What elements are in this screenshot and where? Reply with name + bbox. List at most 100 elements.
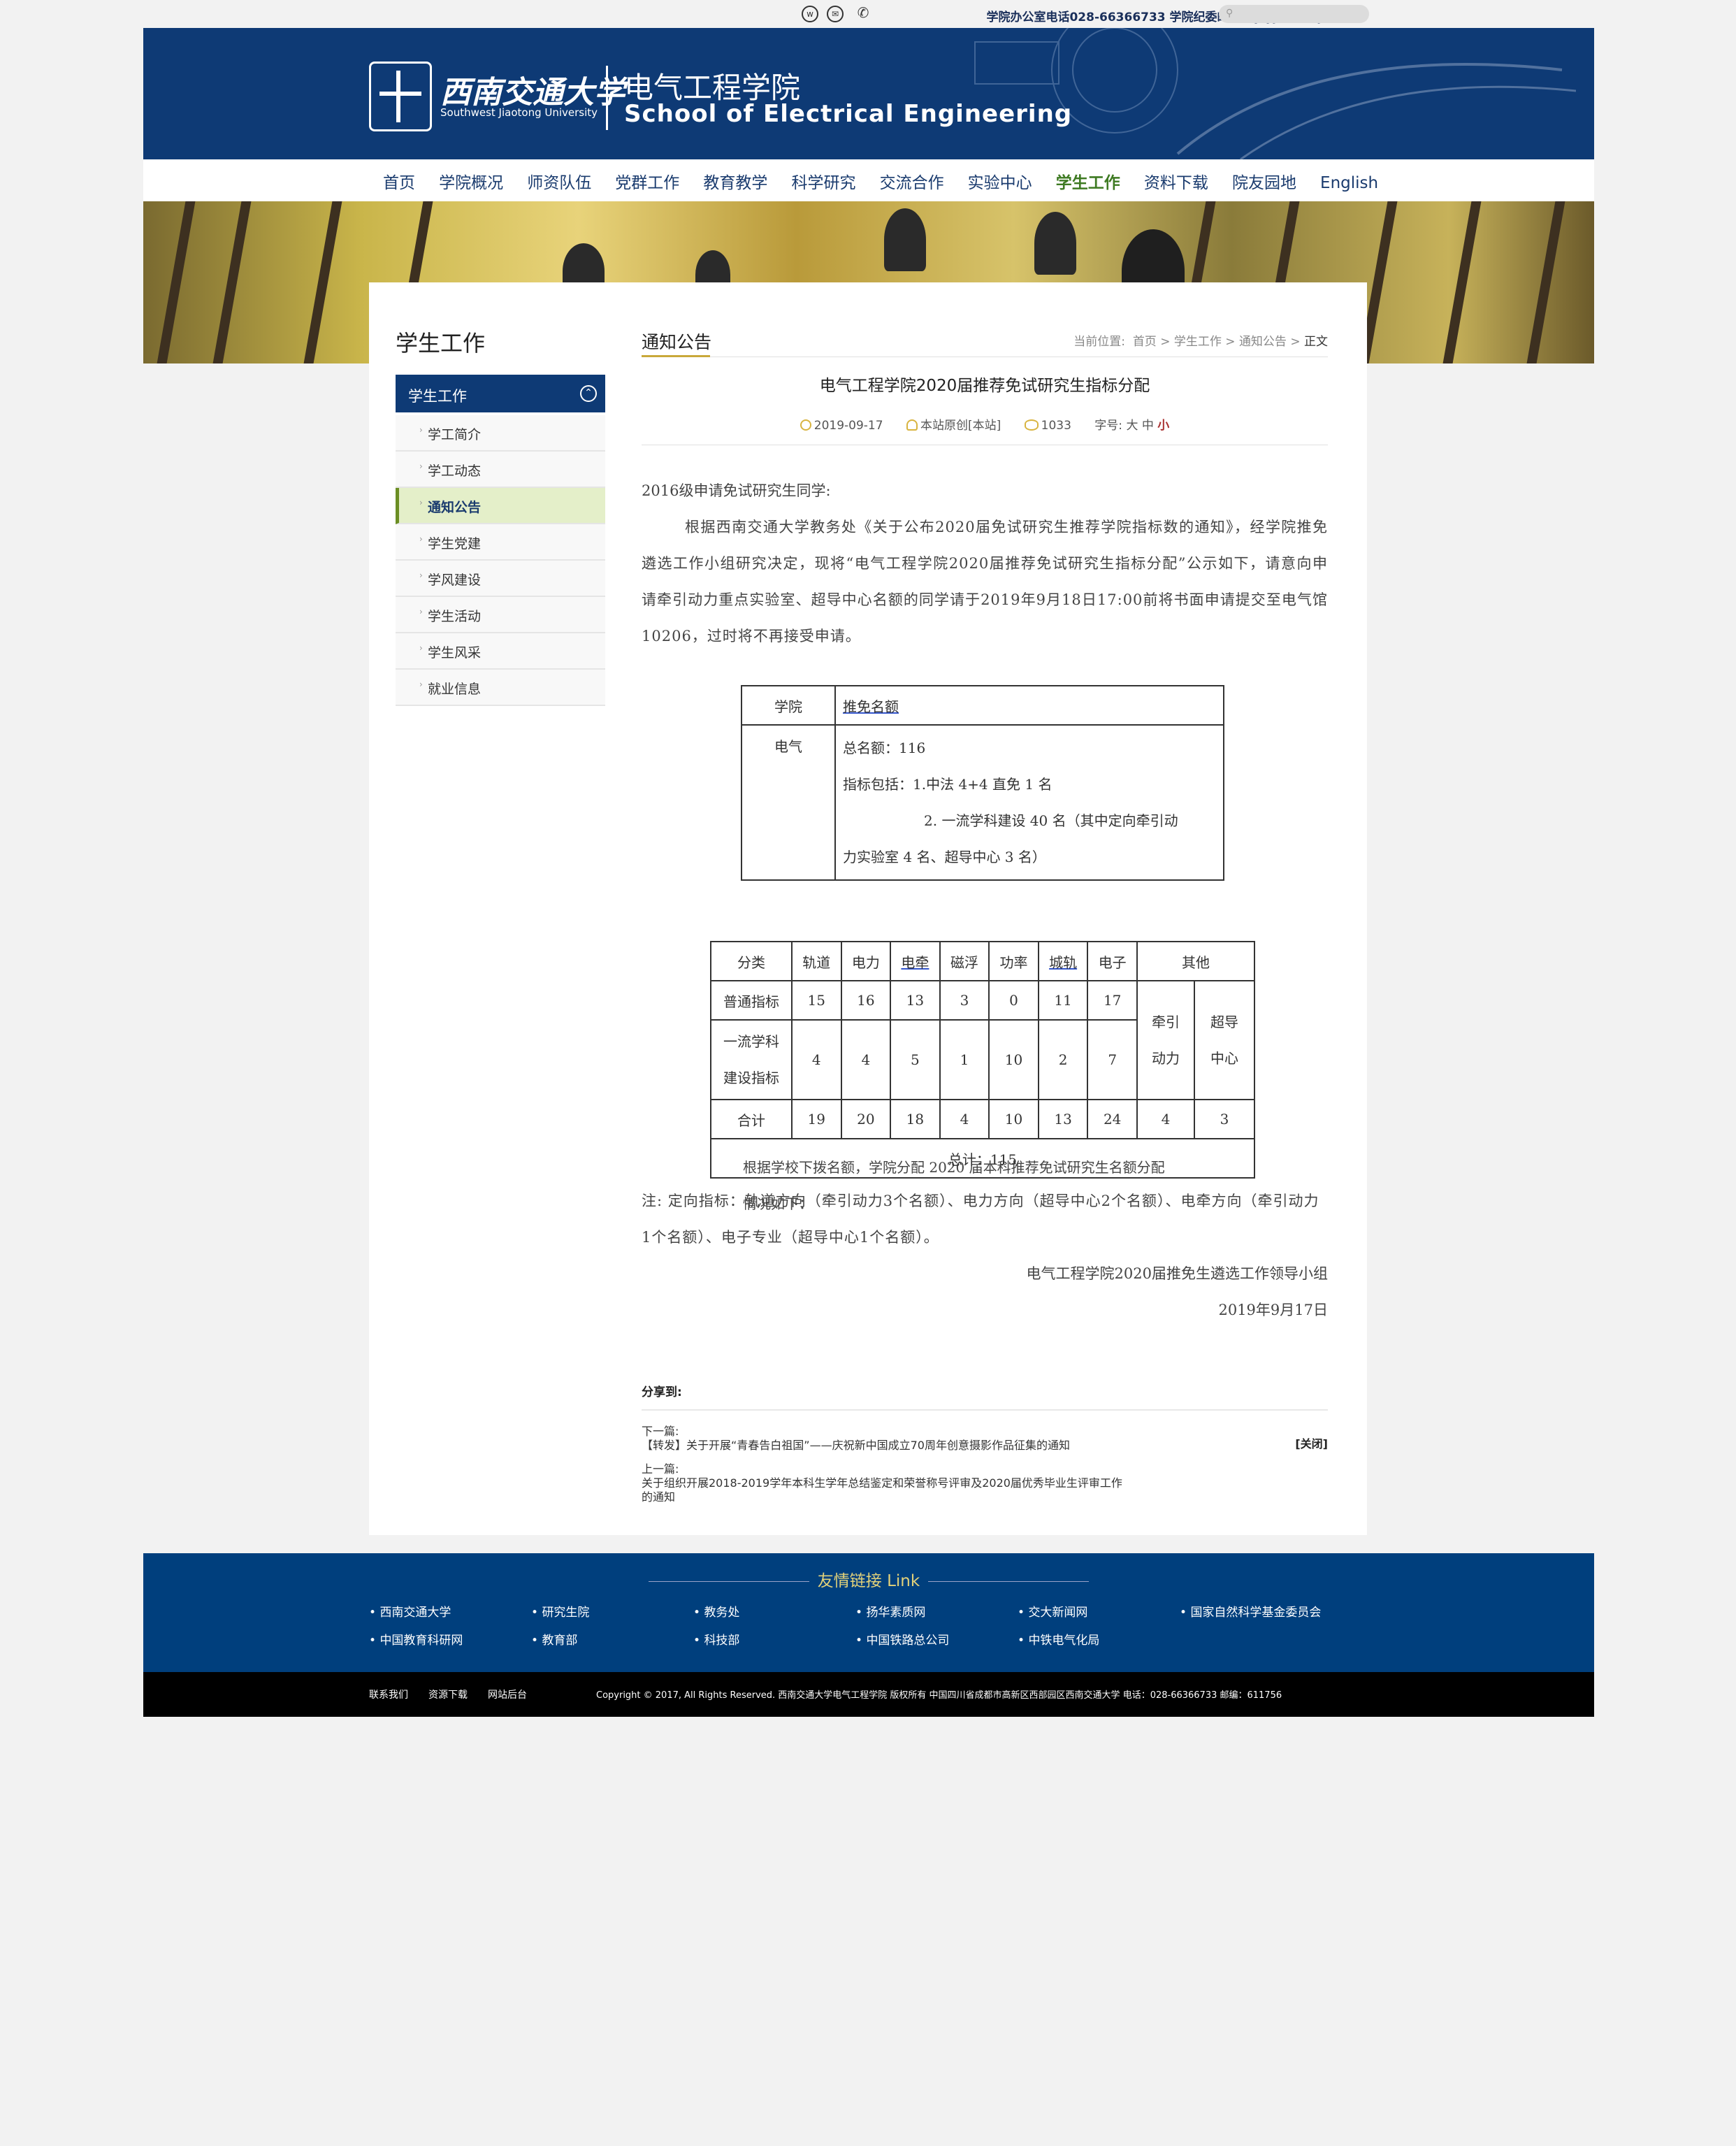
footer-link[interactable]: • 国家自然科学基金委员会 [1180,1602,1321,1620]
share-label: 分享到: [642,1385,682,1399]
main-nav: 首页 学院概况 师资队伍 党群工作 教育教学 科学研究 交流合作 实验中心 学生… [143,159,1594,201]
table-total: 总计：115 [710,1138,1255,1179]
nav-item-students[interactable]: 学生工作 [1056,169,1120,193]
sidebar-item-news[interactable]: › 学工动态 [396,452,605,488]
font-size-small[interactable]: 小 [1157,419,1169,433]
nav-item-about[interactable]: 学院概况 [439,169,503,193]
sidebar-item-jobs[interactable]: › 就业信息 [396,670,605,706]
bullet-icon: › [419,461,423,471]
table-cell: 超导 中心 [1194,980,1255,1100]
footer-link[interactable]: • 教育部 [531,1630,577,1648]
table-cell: 19 [791,1099,842,1139]
bullet-icon: › [419,534,423,544]
breadcrumb: 当前位置: 首页 > 学生工作 > 通知公告 > 正文 [1073,335,1328,349]
table-cell: 普通指标 [710,980,793,1021]
nav-item-english[interactable]: English [1320,174,1378,192]
sidebar-item-activities[interactable]: › 学生活动 [396,597,605,633]
quota-table: 学院 推免名额 电气 总名额：116 指标包括：1.中法 4+4 直免 1 名 2… [741,685,1224,881]
table-cell: 一流学科 建设指标 [710,1019,793,1100]
nav-item-downloads[interactable]: 资料下载 [1144,169,1208,193]
table-header: 其他 [1136,941,1255,981]
footer-link[interactable]: • 西南交通大学 [369,1602,451,1620]
footer-link[interactable]: • 教务处 [693,1602,739,1620]
nav-item-home[interactable]: 首页 [383,169,415,193]
footer-link[interactable]: • 中国铁路总公司 [855,1630,949,1648]
top-bar: w ✉ ✆ 学院办公室电话028-66366733 学院纪委邮箱dqxyjw@s… [143,0,1594,28]
prev-article-link[interactable]: 关于组织开展2018-2019学年本科生学年总结鉴定和荣誉称号评审及2020届优… [642,1476,1122,1504]
nav-item-party[interactable]: 党群工作 [615,169,679,193]
table-header: 磁浮 [939,941,990,981]
search-icon: ⚲ [1226,8,1234,19]
nav-item-lab[interactable]: 实验中心 [968,169,1032,193]
footer-link[interactable]: • 研究生院 [531,1602,589,1620]
article-date: 2019-09-17 [813,419,883,433]
paragraph-1: 根据西南交通大学教务处《关于公布2020届免试研究生推荐学院指标数的通知》，经学… [642,519,1328,644]
font-size-medium[interactable]: 中 [1142,419,1154,433]
weibo-icon[interactable]: w [802,6,818,22]
signature: 电气工程学院2020届推免生遴选工作领导小组 [1026,1265,1328,1282]
breadcrumb-home[interactable]: 首页 [1133,335,1157,349]
table-cell: 13 [890,980,941,1021]
table-cell: 4 [791,1019,842,1100]
table-header: 电子 [1087,941,1138,981]
wechat-icon[interactable]: ✉ [827,6,844,22]
nav-item-exchange[interactable]: 交流合作 [880,169,944,193]
article-title: 电气工程学院2020届推荐免试研究生指标分配 [819,377,1150,395]
copyright-bar: 联系我们 资源下载 网站后台 Copyright © 2017, All Rig… [143,1672,1594,1717]
nav-item-faculty[interactable]: 师资队伍 [527,169,591,193]
table-header: 轨道 [791,941,842,981]
table-cell: 电气 [741,724,836,881]
user-icon [906,419,918,431]
breadcrumb-notices[interactable]: 通知公告 [1239,335,1287,349]
footer-contact-link[interactable]: 联系我们 [369,1687,408,1701]
footer-link[interactable]: • 科技部 [693,1630,739,1648]
table-cell: 总名额：116 指标包括：1.中法 4+4 直免 1 名 2. 一流学科建设 4… [834,724,1224,881]
table-header: 城轨 [1037,941,1089,981]
table-header: 分类 [710,941,793,981]
bullet-icon: › [419,643,423,653]
footer-link[interactable]: • 扬华素质网 [855,1602,925,1620]
nav-item-alumni[interactable]: 院友园地 [1232,169,1296,193]
sidebar-item-party[interactable]: › 学生党建 [396,524,605,561]
next-article: 下一篇: 【转发】关于开展“青春告白祖国”——庆祝新中国成立70周年创意摄影作品… [642,1425,1070,1453]
table-cell: 17 [1087,980,1138,1021]
next-article-link[interactable]: 【转发】关于开展“青春告白祖国”——庆祝新中国成立70周年创意摄影作品征集的通知 [642,1439,1070,1453]
sidebar-item-intro[interactable]: › 学工简介 [396,415,605,452]
nav-item-education[interactable]: 教育教学 [703,169,767,193]
sidebar-item-notices[interactable]: › 通知公告 [396,488,605,524]
section-title: 通知公告 [642,332,712,352]
nav-item-research[interactable]: 科学研究 [791,169,855,193]
sidebar-menu: › 学工简介 › 学工动态 › 通知公告 › 学生党建 › 学风建设 › 学生活动 › 学生风… [396,415,605,706]
sidebar-item-gallery[interactable]: › 学生风采 [396,633,605,670]
sidebar-title: 学生工作 [396,330,486,357]
greeting: 2016级申请免试研究生同学: [642,482,831,499]
bullet-icon: › [419,607,423,617]
breadcrumb-students[interactable]: 学生工作 [1174,335,1222,349]
footer-link[interactable]: • 交大新闻网 [1018,1602,1087,1620]
close-button[interactable]: [关闭] [1295,1434,1328,1451]
university-name-en: Southwest Jiaotong University [440,106,598,119]
footer-link[interactable]: • 中国教育科研网 [369,1630,463,1648]
university-logo[interactable] [369,62,432,131]
search-input[interactable]: ⚲ [1219,5,1369,23]
table-cell: 2 [1037,1019,1089,1100]
sidebar-header[interactable]: 学生工作 ⌃ [396,375,605,412]
footer-link[interactable]: • 中铁电气化局 [1018,1630,1099,1648]
note: 注: 定向指标：轨道方向（牵引动力3个名额）、电力方向（超导中心2个名额）、电牵… [642,1193,1319,1246]
collapse-icon[interactable]: ⌃ [580,385,597,402]
next-label: 下一篇: [642,1425,679,1438]
footer-admin-link[interactable]: 网站后台 [488,1687,527,1701]
section-underline [642,355,710,357]
table-cell: 3 [1194,1099,1255,1139]
main-content-card: 学生工作 学生工作 ⌃ › 学工简介 › 学工动态 › 通知公告 › 学生党建 › 学风建… [369,282,1367,1535]
table-cell: 18 [890,1099,941,1139]
font-size-large[interactable]: 大 [1126,419,1138,433]
school-name-en: School of Electrical Engineering [624,100,1073,128]
header-decoration [974,28,1576,159]
article-author: 本站原创[本站] [920,419,1001,433]
sidebar-item-study-style[interactable]: › 学风建设 [396,561,605,597]
friend-links: 友情链接 Link • 西南交通大学 • 研究生院 • 教务处 • 扬华素质网 … [143,1553,1594,1672]
table-header: 电牵 [890,941,941,981]
footer-download-link[interactable]: 资源下载 [428,1687,468,1701]
table-cell: 3 [939,980,990,1021]
